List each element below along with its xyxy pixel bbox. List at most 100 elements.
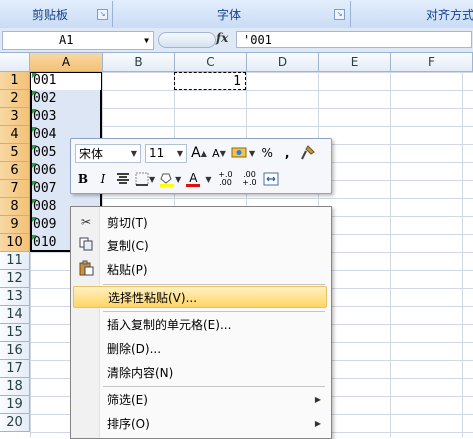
row-header[interactable]: 11 [0,252,30,270]
formula-resize-handle[interactable] [158,32,216,48]
row-header[interactable]: 4 [0,126,30,144]
cell-c1-value: 1 [233,74,241,89]
copy-icon [73,237,99,254]
row-header[interactable]: 1 [0,72,30,90]
row-header[interactable]: 18 [0,378,30,396]
increase-decimal-label: +.0 .00 [218,170,233,187]
row-header[interactable]: 12 [0,270,30,288]
number-format-button[interactable]: ▼ [231,144,255,162]
number-as-text-indicator-icon [32,199,37,204]
format-painter-button[interactable] [299,144,315,162]
ribbon-group-alignment-label: 对齐方式 [425,7,473,22]
column-header-a[interactable]: A [30,53,103,72]
column-header-b[interactable]: B [103,53,175,72]
row-header[interactable]: 14 [0,306,30,324]
cell-a-value[interactable]: 003 [31,108,101,126]
cell-a-value[interactable]: 001 [31,72,101,90]
ribbon-group-alignment: 对齐方式 [360,3,473,25]
ribbon-group-font-label: 字体 [216,7,241,22]
select-all-corner[interactable] [0,53,30,72]
grow-font-button[interactable]: A ▲ [191,144,207,162]
cell-a-value[interactable]: 002 [31,90,101,108]
borders-icon [135,172,149,186]
merge-center-button[interactable] [263,170,279,188]
font-color-button[interactable]: A [185,170,201,188]
decrease-decimal-button[interactable]: .00 +.0 [239,170,259,188]
clipboard-dialog-launcher-icon[interactable]: ↘ [97,9,108,20]
font-name-combo[interactable]: 宋体 ▼ [75,143,141,163]
menu-item-copy[interactable]: 复制(C) [73,234,327,256]
paste-icon [73,260,99,279]
column-header-e[interactable]: E [319,53,391,72]
row-header[interactable]: 6 [0,162,30,180]
font-dialog-launcher-icon[interactable]: ↘ [334,9,345,20]
row-header[interactable]: 7 [0,180,30,198]
row-header[interactable]: 13 [0,288,30,306]
chevron-down-icon[interactable]: ▼ [175,175,181,184]
chevron-down-icon[interactable]: ▼ [205,175,211,184]
menu-item-paste[interactable]: 粘贴(P) [73,258,327,280]
format-painter-icon [301,145,315,160]
menu-item-filter[interactable]: 筛选(E) ▶ [73,388,327,410]
formula-controls: fx [158,31,234,48]
chevron-down-icon[interactable]: ▼ [128,149,140,158]
submenu-arrow-icon: ▶ [314,394,321,404]
menu-item-paste-label: 粘贴(P) [107,262,148,277]
chevron-down-icon[interactable]: ▼ [249,149,255,158]
italic-button[interactable]: I [95,170,111,188]
chevron-down-icon[interactable]: ▼ [144,32,149,49]
row-header[interactable]: 5 [0,144,30,162]
center-align-button[interactable] [115,170,131,188]
number-as-text-indicator-icon [32,127,37,132]
grow-font-label: A [191,145,201,161]
increase-decimal-button[interactable]: +.0 .00 [215,170,235,188]
font-size-combo[interactable]: 11 ▼ [145,143,187,163]
row-header[interactable]: 10 [0,234,30,252]
column-header-d[interactable]: D [247,53,319,72]
row-header[interactable]: 15 [0,324,30,342]
menu-item-delete[interactable]: 删除(D)... [73,337,327,359]
borders-button[interactable]: ▼ [135,170,155,188]
row-header[interactable]: 17 [0,360,30,378]
menu-item-insert-copied-cells[interactable]: 插入复制的单元格(E)... [73,313,327,335]
row-header[interactable]: 8 [0,198,30,216]
ribbon-group-font: 字体 [114,3,344,25]
comma-style-button[interactable]: , [279,144,295,162]
percent-style-button[interactable]: % [259,144,275,162]
menu-item-cut[interactable]: ✂ 剪切(T) [73,211,327,233]
font-size-value: 11 [149,146,165,160]
bold-button[interactable]: B [75,170,91,188]
formula-input[interactable]: '001 [236,31,472,48]
context-menu: ✂ 剪切(T) 复制(C) 粘贴(P) 选择性粘贴(V)... 插入复制的单元格… [70,206,332,439]
submenu-arrow-icon: ▶ [314,418,321,428]
currency-format-icon [231,147,247,158]
menu-item-sort[interactable]: 排序(O) ▶ [73,412,327,434]
number-as-text-indicator-icon [32,73,37,78]
row-header[interactable]: 3 [0,108,30,126]
column-header-f[interactable]: F [391,53,473,72]
number-as-text-indicator-icon [32,163,37,168]
menu-item-delete-label: 删除(D)... [107,341,162,356]
column-header-c[interactable]: C [175,53,247,72]
row-header[interactable]: 2 [0,90,30,108]
menu-separator [103,386,325,387]
menu-item-filter-label: 筛选(E) [107,392,148,407]
name-box[interactable]: A1 ▼ [2,31,154,50]
row-header[interactable]: 16 [0,342,30,360]
menu-item-copy-label: 复制(C) [107,238,149,253]
row-header[interactable]: 9 [0,216,30,234]
chevron-down-icon[interactable]: ▼ [149,175,155,184]
number-as-text-indicator-icon [32,109,37,114]
chevron-down-icon[interactable]: ▼ [174,149,186,158]
menu-item-paste-special[interactable]: 选择性粘贴(V)... [73,286,327,308]
insert-function-icon[interactable]: fx [216,31,228,45]
copy-marquee-c1[interactable]: 1 [174,72,246,90]
menu-item-clear-contents[interactable]: 清除内容(N) [73,361,327,383]
menu-separator [103,284,325,285]
menu-item-insert-copied-cells-label: 插入复制的单元格(E)... [107,317,232,332]
name-box-value: A1 [59,33,74,47]
shrink-font-button[interactable]: A ▼ [211,144,227,162]
row-header[interactable]: 20 [0,414,30,432]
fill-color-button[interactable]: ▼ [159,170,181,188]
row-header[interactable]: 19 [0,396,30,414]
